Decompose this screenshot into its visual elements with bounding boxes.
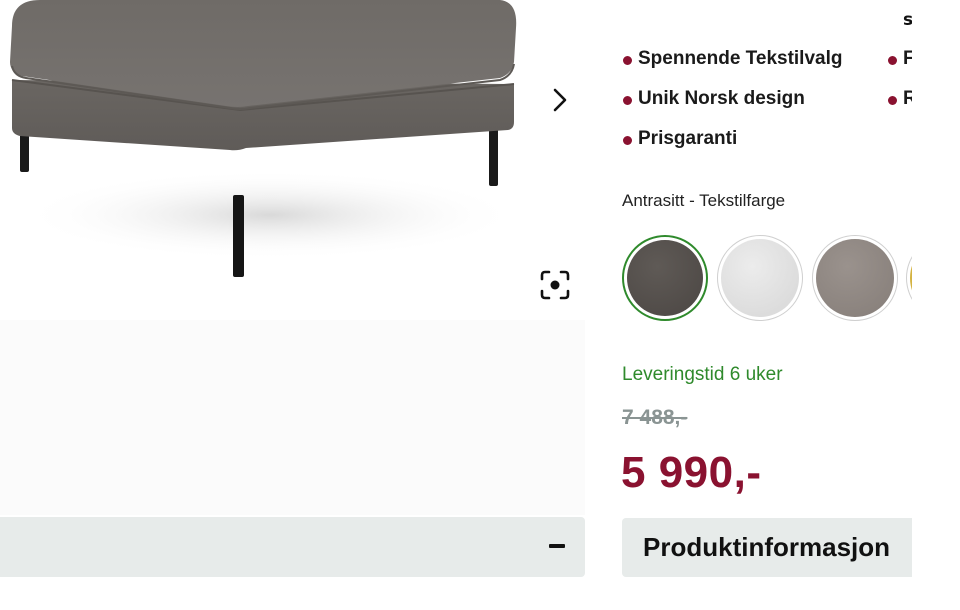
usp-bullet-icon <box>623 136 632 145</box>
usp-item: Spennende Tekstilvalg <box>638 48 843 69</box>
usp-bullet-icon <box>623 96 632 105</box>
product-info-label: Produktinformasjon <box>643 532 891 562</box>
usp-bullet-icon <box>888 96 897 105</box>
swatch-light-grey[interactable] <box>717 235 803 321</box>
usp-item: R <box>903 88 912 109</box>
swatch-antrasitt[interactable] <box>622 235 708 321</box>
product-info-button[interactable]: Produktinformasjon <box>622 518 912 577</box>
accordion-header[interactable] <box>0 517 585 577</box>
old-price: 7 488,- <box>622 406 688 429</box>
usp-item: F <box>903 48 912 69</box>
next-image-button[interactable] <box>546 84 576 116</box>
usp-partial-text: s <box>903 10 912 30</box>
product-image[interactable] <box>0 0 585 320</box>
fullscreen-button[interactable] <box>538 268 572 302</box>
swatch-fill <box>910 239 912 317</box>
color-label: Antrasitt - Tekstilfarge <box>622 191 786 210</box>
usp-bullet-icon <box>623 56 632 65</box>
current-price: 5 990,- <box>621 448 762 497</box>
minus-icon[interactable] <box>549 544 565 548</box>
product-details: s Spennende Tekstilvalg Unik Norsk desig… <box>607 0 912 610</box>
swatch-fill <box>627 240 703 316</box>
ottoman-illustration <box>10 0 520 277</box>
usp-bullet-icon <box>888 56 897 65</box>
chevron-right-icon <box>553 88 567 112</box>
usp-item: Prisgaranti <box>638 128 738 149</box>
swatch-taupe[interactable] <box>812 235 898 321</box>
product-gallery <box>0 0 585 515</box>
swatch-fill <box>816 239 894 317</box>
usp-item: Unik Norsk design <box>638 88 805 109</box>
swatch-yellow[interactable] <box>906 235 912 321</box>
swatch-fill <box>721 239 799 317</box>
delivery-time: Leveringstid 6 uker <box>622 364 783 385</box>
fullscreen-icon <box>540 270 570 300</box>
